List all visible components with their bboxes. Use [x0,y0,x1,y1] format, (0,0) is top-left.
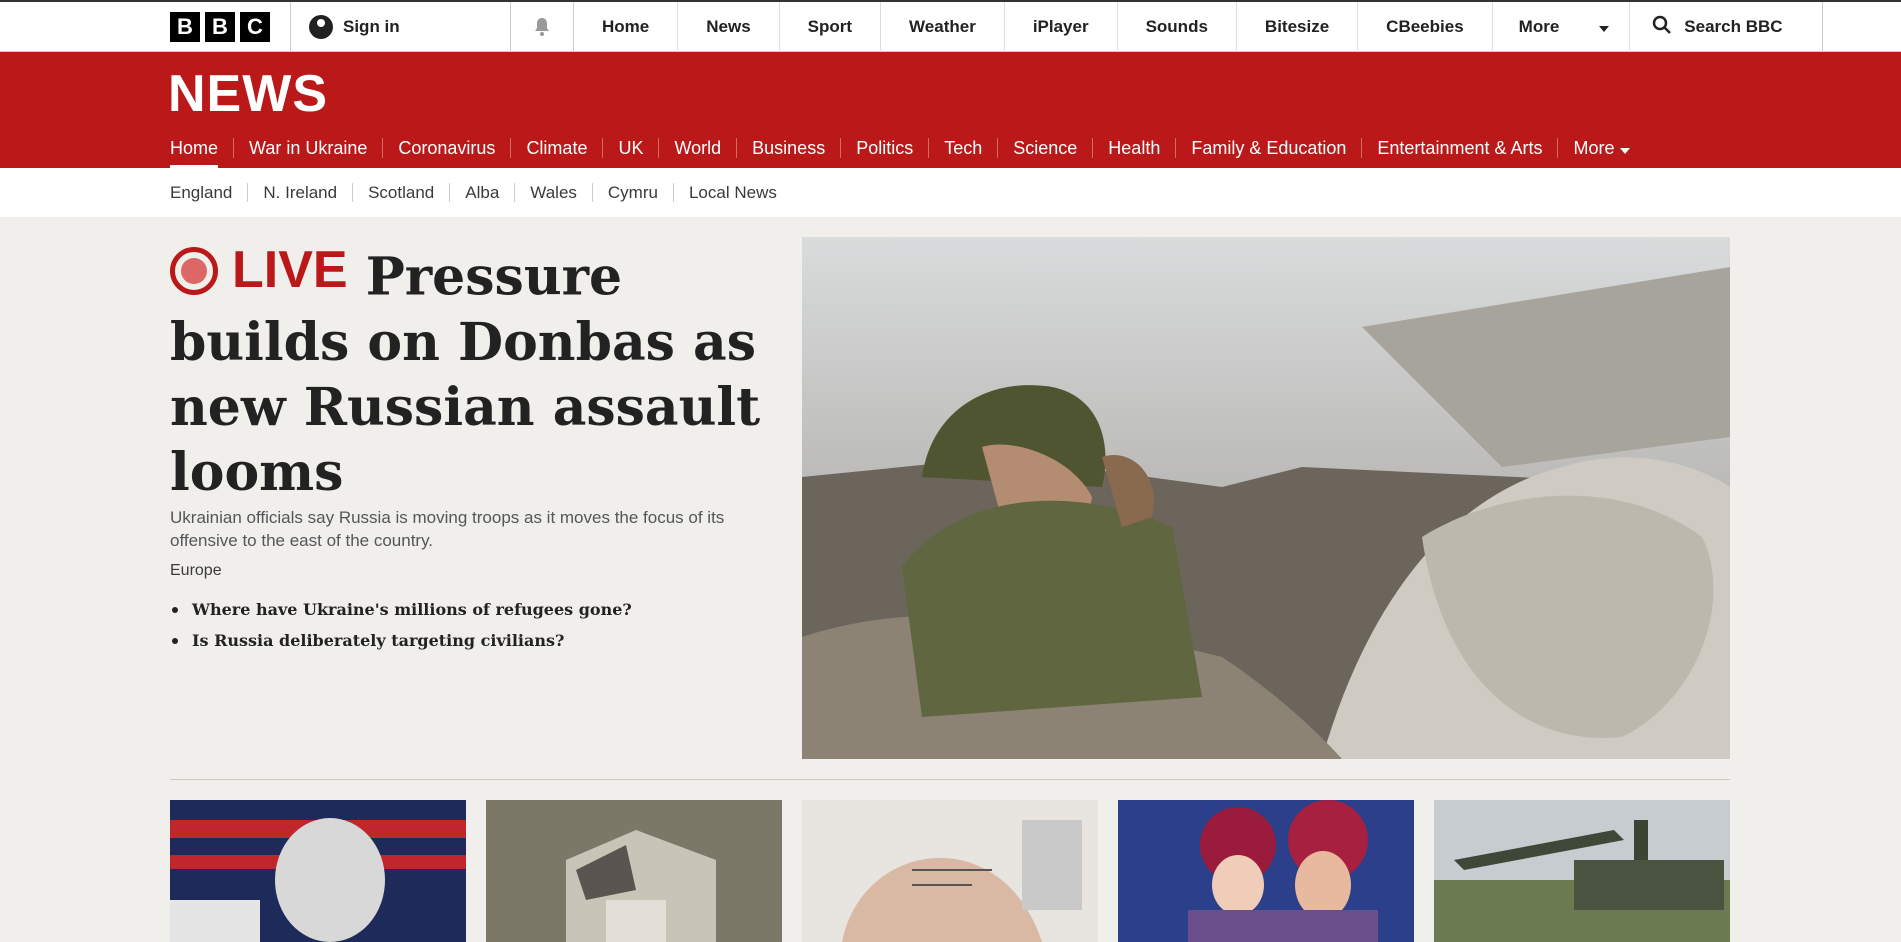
nav-business[interactable]: Business [736,138,840,158]
news-main-nav: Home War in Ukraine Coronavirus Climate … [170,130,1645,169]
subnav-scotland[interactable]: Scotland [352,183,449,202]
subnav-local-news[interactable]: Local News [672,183,792,202]
nav-more-button[interactable]: More [1557,138,1644,158]
nav-war-in-ukraine[interactable]: War in Ukraine [233,138,382,158]
global-nav-home[interactable]: Home [574,2,679,52]
uk-regions-nav: England N. Ireland Scotland Alba Wales C… [0,168,1901,217]
subnav-alba[interactable]: Alba [449,183,514,202]
lead-story-image[interactable] [802,237,1730,759]
bbc-logo-letter-b2: B [205,12,235,42]
nav-climate[interactable]: Climate [510,138,602,158]
sign-in-label: Sign in [343,17,400,36]
bbc-logo-letter-c: C [240,12,270,42]
story-card-image[interactable] [1118,800,1414,942]
global-nav-iplayer[interactable]: iPlayer [1005,2,1118,52]
nav-uk[interactable]: UK [602,138,658,158]
subnav-n-ireland[interactable]: N. Ireland [247,183,352,202]
search-icon [1652,15,1672,40]
search-bbc-label: Search BBC [1684,17,1783,36]
related-link-civilians[interactable]: Is Russia deliberately targeting civilia… [170,631,632,650]
global-nav-news[interactable]: News [678,2,780,52]
nav-world[interactable]: World [658,138,736,158]
nav-science[interactable]: Science [997,138,1092,158]
nav-politics[interactable]: Politics [840,138,928,158]
story-card-image[interactable] [486,800,782,942]
account-icon [309,15,333,39]
global-nav-sport[interactable]: Sport [780,2,882,52]
news-header: NEWS Home War in Ukraine Coronavirus Cli… [0,52,1901,169]
bbc-masthead: B B C Sign in Home News Sport Weather iP… [0,0,1901,52]
related-links: Where have Ukraine's millions of refugee… [170,600,632,662]
global-nav-more-button[interactable]: More [1493,2,1631,52]
bbc-global-nav: Home News Sport Weather iPlayer Sounds B… [574,2,1493,52]
nav-entertainment-arts[interactable]: Entertainment & Arts [1361,138,1557,158]
subnav-cymru[interactable]: Cymru [591,183,673,202]
lead-summary: Ukrainian officials say Russia is moving… [170,508,725,550]
story-cards [170,800,1730,942]
lead-headline[interactable]: LIVE Pressure builds on Donbas as new Ru… [170,238,770,505]
global-nav-weather[interactable]: Weather [881,2,1005,52]
caret-down-icon [1619,138,1630,158]
global-nav-sounds[interactable]: Sounds [1118,2,1237,52]
lead-section-link[interactable]: Europe [170,562,222,580]
section-divider [170,779,1730,780]
related-link-refugees[interactable]: Where have Ukraine's millions of refugee… [170,600,632,619]
nav-tech[interactable]: Tech [928,138,997,158]
news-logo[interactable]: NEWS [168,64,328,124]
live-label: LIVE [232,241,348,299]
live-badge: LIVE [170,238,348,303]
sign-in-button[interactable]: Sign in [291,2,511,52]
live-indicator-icon [170,246,218,295]
story-card-image[interactable] [170,800,466,942]
global-nav-more-label: More [1518,17,1560,36]
bbc-logo[interactable]: B B C [170,2,291,52]
nav-coronavirus[interactable]: Coronavirus [382,138,510,158]
global-nav-cbeebies[interactable]: CBeebies [1358,2,1493,52]
chevron-down-icon [1599,17,1610,37]
nav-health[interactable]: Health [1092,138,1175,158]
nav-family-education[interactable]: Family & Education [1175,138,1361,158]
nav-home[interactable]: Home [170,138,233,169]
story-card-image[interactable] [802,800,1098,942]
search-bbc-button[interactable]: Search BBC [1630,2,1824,52]
bbc-logo-letter-b1: B [170,12,200,42]
notifications-bell-icon[interactable] [511,2,574,52]
subnav-england[interactable]: England [170,183,247,202]
nav-more-label: More [1573,138,1615,158]
global-nav-bitesize[interactable]: Bitesize [1237,2,1359,52]
subnav-wales[interactable]: Wales [514,183,592,202]
story-card-image[interactable] [1434,800,1730,942]
